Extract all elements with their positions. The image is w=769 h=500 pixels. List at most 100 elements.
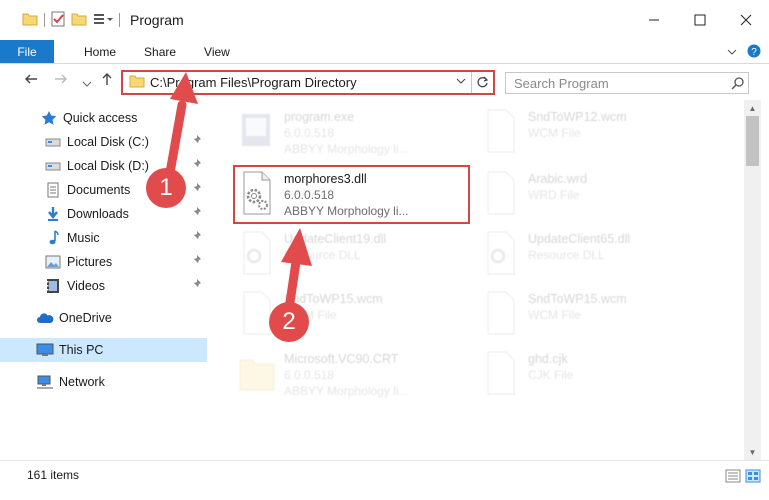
minimize-button[interactable] <box>631 0 677 40</box>
tab-view[interactable]: View <box>190 40 244 63</box>
recent-locations-icon[interactable] <box>82 75 92 93</box>
window-title: Program <box>130 12 184 28</box>
file-item[interactable]: Arabic.wrd WRD File <box>476 164 706 224</box>
up-arrow-icon[interactable] <box>100 72 114 91</box>
drive-icon <box>44 158 62 174</box>
navigation-bar: C:\Program Files\Program Directory <box>0 64 769 100</box>
item-count: 161 items <box>27 468 80 482</box>
pin-icon[interactable] <box>192 279 202 292</box>
sidebar-item-videos[interactable]: Videos <box>0 274 207 298</box>
address-bar[interactable]: C:\Program Files\Program Directory <box>121 70 495 95</box>
sidebar-item-label: Local Disk (D:) <box>67 159 149 173</box>
sidebar-item-network[interactable]: Network <box>0 370 207 394</box>
pin-icon[interactable] <box>192 183 202 196</box>
chevron-down-icon[interactable] <box>727 45 737 59</box>
file-version: 6.0.0.518 <box>284 126 335 140</box>
executable-icon <box>242 114 270 146</box>
scroll-down-icon[interactable]: ▼ <box>744 444 761 460</box>
tiles-view-icon[interactable] <box>745 469 761 486</box>
details-view-icon[interactable] <box>725 469 741 486</box>
file-type: Resource DLL <box>284 248 361 262</box>
address-path[interactable]: C:\Program Files\Program Directory <box>150 75 451 90</box>
tab-home[interactable]: Home <box>70 40 130 63</box>
new-folder-icon[interactable] <box>71 12 87 29</box>
file-item[interactable]: Microsoft.VC90.CRT 6.0.0.518 ABBYY Morph… <box>232 344 462 404</box>
file-icon <box>487 171 515 215</box>
file-icon <box>487 351 515 395</box>
file-name: SndToWP12.wcm <box>528 110 627 124</box>
sidebar-item-label: Pictures <box>67 255 113 269</box>
file-item[interactable]: SndToWP15.wcm WCM File <box>232 284 462 344</box>
pin-icon[interactable] <box>192 135 202 148</box>
search-icon[interactable] <box>726 76 748 90</box>
sidebar-item-this-pc[interactable]: This PC <box>0 338 207 362</box>
window-controls <box>631 0 769 40</box>
download-icon <box>44 206 62 222</box>
sidebar-item-pictures[interactable]: Pictures <box>0 250 207 274</box>
drive-icon <box>44 134 62 150</box>
pin-icon[interactable] <box>192 255 202 268</box>
folder-icon <box>129 75 145 91</box>
pin-icon[interactable] <box>192 231 202 244</box>
properties-icon[interactable] <box>51 11 65 30</box>
customize-toolbar-icon[interactable] <box>93 12 113 29</box>
file-type: CJK File <box>528 368 574 382</box>
tab-share[interactable]: Share <box>130 40 190 63</box>
network-icon <box>36 374 54 390</box>
quick-access-toolbar <box>0 0 120 40</box>
file-item[interactable]: SndToWP15.wcm WCM File <box>476 284 706 344</box>
sidebar-item-music[interactable]: Music <box>0 226 207 250</box>
pin-icon[interactable] <box>192 159 202 172</box>
file-name: Arabic.wrd <box>528 172 588 186</box>
chevron-down-icon[interactable] <box>451 77 471 88</box>
search-input[interactable] <box>514 75 726 91</box>
file-item[interactable]: UpdateClient19.dll Resource DLL <box>232 224 462 284</box>
folder-icon[interactable] <box>22 12 38 29</box>
scroll-up-icon[interactable]: ▲ <box>744 100 761 116</box>
title-bar: Program <box>0 0 769 40</box>
file-name: SndToWP15.wcm <box>528 292 627 306</box>
ribbon-tabs: File Home Share View ? <box>0 40 769 64</box>
maximize-button[interactable] <box>677 0 723 40</box>
vertical-scrollbar[interactable]: ▲ ▼ <box>744 100 761 460</box>
videos-icon <box>44 278 62 294</box>
sidebar-item-label: Videos <box>67 279 105 293</box>
file-item[interactable]: program.exe 6.0.0.518 ABBYY Morphology l… <box>232 102 462 162</box>
music-icon <box>44 230 62 246</box>
pin-icon[interactable] <box>192 207 202 220</box>
sidebar-item-quick-access[interactable]: Quick access <box>0 106 207 130</box>
status-bar: 161 items <box>0 460 769 500</box>
file-version: 6.0.0.518 <box>284 368 335 382</box>
refresh-icon <box>477 76 489 88</box>
sidebar-item-label: Downloads <box>67 207 129 221</box>
refresh-button[interactable] <box>471 72 493 93</box>
back-arrow-icon[interactable] <box>24 72 38 91</box>
forward-arrow-icon[interactable] <box>54 72 68 91</box>
sidebar-item-label: Network <box>59 375 105 389</box>
svg-text:?: ? <box>751 47 757 58</box>
file-type: WRD File <box>528 188 580 202</box>
file-description: ABBYY Morphology li... <box>284 384 409 398</box>
file-name: ghd.cjk <box>528 352 568 366</box>
sidebar-item-local-disk-c[interactable]: Local Disk (C:) <box>0 130 207 154</box>
file-name: Microsoft.VC90.CRT <box>284 352 399 366</box>
sidebar-item-downloads[interactable]: Downloads <box>0 202 207 226</box>
sidebar-item-label: Music <box>67 231 100 245</box>
navigation-pane: Quick access Local Disk (C:) Local Disk … <box>0 100 210 460</box>
sidebar-item-label: Local Disk (C:) <box>67 135 149 149</box>
file-description: ABBYY Morphology li... <box>284 142 409 156</box>
file-name: program.exe <box>284 110 355 124</box>
sidebar-item-onedrive[interactable]: OneDrive <box>0 306 207 330</box>
divider <box>119 13 120 27</box>
tab-file[interactable]: File <box>0 40 54 63</box>
scrollbar-thumb[interactable] <box>746 116 759 166</box>
search-box[interactable] <box>505 72 749 94</box>
close-button[interactable] <box>723 0 769 40</box>
help-icon[interactable]: ? <box>747 44 761 61</box>
sidebar-item-label: OneDrive <box>59 311 112 325</box>
file-item[interactable]: UpdateClient65.dll Resource DLL <box>476 224 706 284</box>
file-item[interactable]: SndToWP12.wcm WCM File <box>476 102 706 162</box>
folder-icon <box>239 359 275 391</box>
file-item[interactable]: ghd.cjk CJK File <box>476 344 706 404</box>
divider <box>44 13 45 27</box>
